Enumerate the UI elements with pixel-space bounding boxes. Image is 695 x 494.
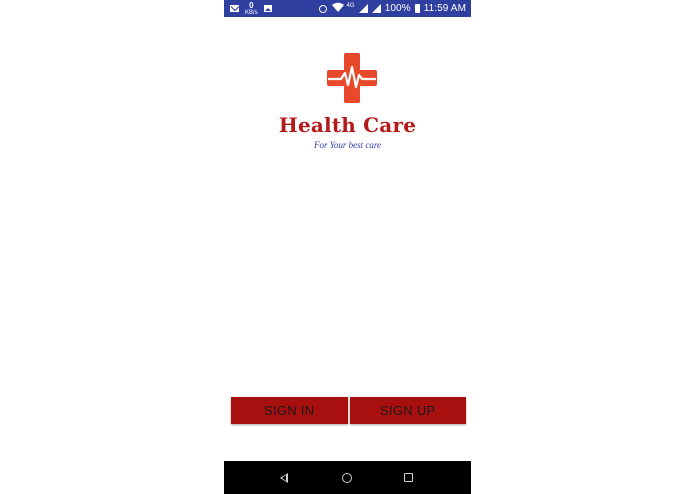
home-icon[interactable] [342,473,352,483]
network-speed-value: 0 [249,0,254,10]
medical-cross-heartbeat-icon [327,53,377,103]
network-type: 4G [346,2,355,9]
image-icon [263,5,272,12]
signal-icon [358,4,368,13]
back-icon[interactable] [280,473,288,483]
auth-buttons: SIGN IN SIGN UP [231,397,466,424]
navigation-bar [224,461,471,494]
wifi-icon [331,2,345,15]
sign-up-button[interactable]: SIGN UP [349,397,466,424]
status-time: 11:59 AM [423,3,466,14]
signal-icon-2 [371,4,381,13]
battery-percent: 100% [384,3,411,14]
sign-in-button[interactable]: SIGN IN [231,397,348,424]
status-bar: 0 KB/s 4G 100% 11:59 AM [224,0,471,17]
mail-icon [230,5,239,12]
status-left-icons: 0 KB/s [230,0,272,17]
status-right-icons: 4G 100% 11:59 AM [319,0,466,17]
network-speed-indicator: 0 KB/s [245,0,258,16]
phone-screen: 0 KB/s 4G 100% 11:59 AM Health Care For … [224,0,471,494]
network-speed-unit: KB/s [245,9,258,16]
app-title: Health Care [278,113,417,137]
battery-icon [414,4,420,13]
app-tagline: For Your best care [313,140,382,150]
recents-icon[interactable] [404,473,413,482]
alarm-icon [319,4,328,13]
